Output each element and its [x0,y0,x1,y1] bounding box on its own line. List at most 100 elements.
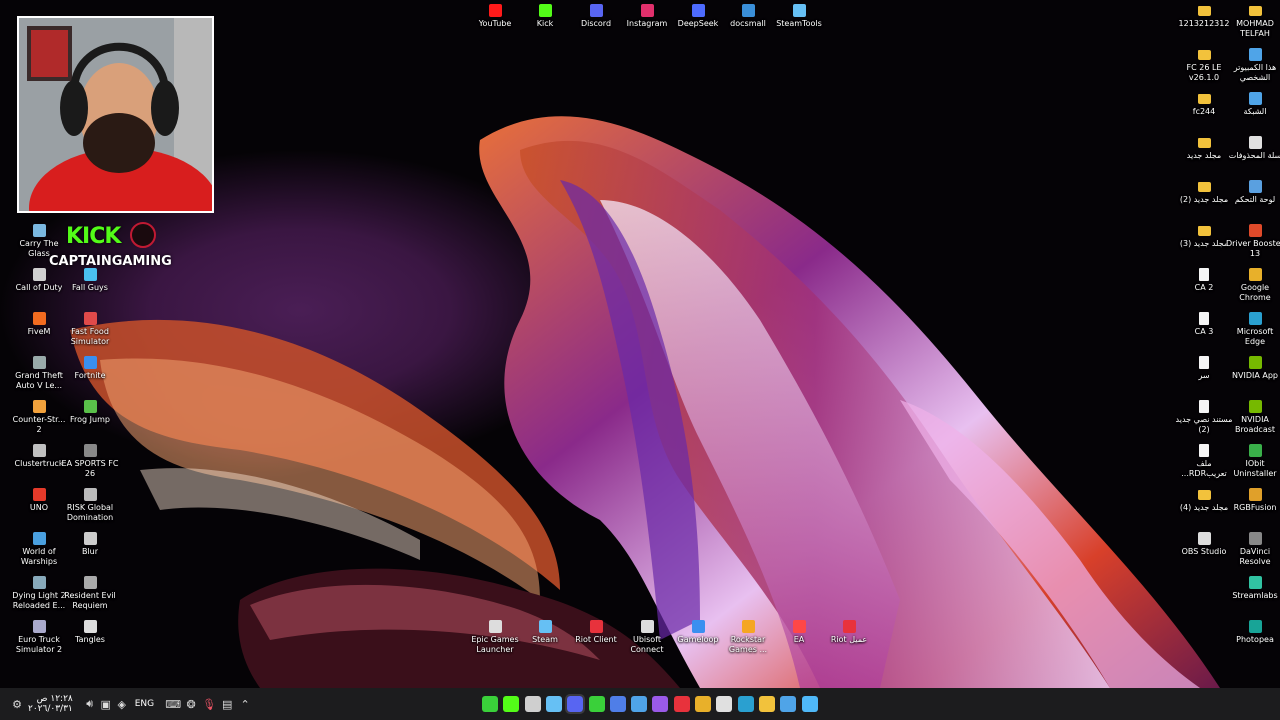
desktop-shortcut[interactable]: MOHMAD TELFAH [1226,4,1280,39]
record-icon[interactable] [673,696,690,712]
desktop-shortcut[interactable]: IObit Uninstaller [1226,444,1280,479]
desktop-shortcut[interactable]: Rockstar Games ... [719,620,777,655]
windows-start-icon[interactable] [801,696,818,712]
desktop-shortcut[interactable]: Driver Booster 13 [1226,224,1280,259]
network-icon[interactable]: ▣ [99,697,113,711]
clock[interactable]: ١٢:٢٨ ص ٢٠٢٦/٠٣/٣١ [28,694,73,714]
desktop-shortcut[interactable]: Fortnite [61,356,119,381]
shortcut-label: لوحة التحكم [1234,195,1276,204]
desktop-shortcut[interactable]: World of Warships [10,532,68,567]
desktop-shortcut[interactable]: OBS Studio [1175,532,1233,557]
keyboard-icon[interactable]: ⌨ [165,697,181,711]
desktop-shortcut[interactable]: Fast Food Simulator [61,312,119,347]
desktop-shortcut[interactable]: DaVinci Resolve [1226,532,1280,567]
docsmall-icon [741,4,755,17]
desktop-shortcut[interactable]: Tangles [61,620,119,645]
desktop: KICK CAPTAINGAMING YouTube Kick Discord Ins… [0,0,1280,688]
desktop-shortcut[interactable]: NVIDIA App [1226,356,1280,381]
desktop-shortcut[interactable]: Steam [516,620,574,645]
app-icon [1248,312,1262,325]
desktop-shortcut[interactable]: Call of Duty [10,268,68,293]
desktop-shortcut[interactable]: Google Chrome [1226,268,1280,303]
app-icon[interactable] [716,696,733,712]
desktop-shortcut[interactable]: عميل Riot [820,620,878,645]
app-icon [640,620,654,633]
microphone-icon[interactable]: 🎙︎ [202,697,216,711]
desktop-shortcut[interactable]: Riot Client [567,620,625,645]
desktop-shortcut[interactable]: FC 26 LE v26.1.0 [1175,48,1233,83]
desktop-shortcut[interactable]: Grand Theft Auto V Le... [10,356,68,391]
desktop-shortcut[interactable]: Resident Evil Requiem [61,576,119,611]
desktop-shortcut[interactable]: Kick [516,4,574,29]
desktop-shortcut[interactable]: Streamlabs [1226,576,1280,601]
youtube-icon [488,4,502,17]
desktop-shortcut[interactable]: مجلد جديد (3) [1175,224,1233,249]
desktop-shortcut[interactable]: Microsoft Edge [1226,312,1280,347]
app-icon[interactable] [609,696,626,712]
copilot-icon[interactable]: ❂ [184,697,198,711]
desktop-shortcut[interactable]: Blur [61,532,119,557]
app-icon [1248,576,1262,589]
desktop-shortcut[interactable]: Counter-Str... 2 [10,400,68,435]
desktop-shortcut[interactable]: EA SPORTS FC 26 [61,444,119,479]
desktop-shortcut[interactable]: RGBFusion [1226,488,1280,513]
desktop-shortcut[interactable]: سلة المحذوفات [1226,136,1280,161]
edge-icon[interactable] [737,696,754,712]
app-icon[interactable] [652,696,669,712]
desktop-shortcut[interactable]: لوحة التحكم [1226,180,1280,205]
desktop-shortcut[interactable]: Clustertruck [10,444,68,469]
play-icon[interactable] [482,696,498,712]
desktop-shortcut[interactable]: 1213212312 [1175,4,1233,29]
shortcut-label: RGBFusion [1233,503,1277,512]
desktop-shortcut[interactable]: الشبكة [1226,92,1280,117]
shortcut-label: Fortnite [74,371,106,380]
desktop-shortcut[interactable]: fc244 [1175,92,1233,117]
desktop-shortcut[interactable]: Frog Jump [61,400,119,425]
chevron-up-icon[interactable]: ⌃ [238,697,252,711]
desktop-shortcut[interactable]: Instagram [618,4,676,29]
app-icon [1248,532,1262,545]
desktop-shortcut[interactable]: NVIDIA Broadcast [1226,400,1280,435]
desktop-shortcut[interactable]: CA 2 [1175,268,1233,293]
desktop-shortcut[interactable]: Ubisoft Connect [618,620,676,655]
chrome-icon[interactable] [695,696,711,712]
desktop-shortcut[interactable]: سر [1175,356,1233,381]
language-indicator[interactable]: ENG [135,699,154,709]
display-icon[interactable]: ▤ [220,697,234,711]
desktop-shortcut[interactable]: مجلد جديد (4) [1175,488,1233,513]
kick-icon[interactable] [503,696,520,712]
desktop-shortcut[interactable]: Carry The Glass [10,224,68,259]
security-icon[interactable]: ◈ [115,697,129,711]
file-explorer-icon[interactable] [758,696,775,712]
shortcut-label: FC 26 LE v26.1.0 [1186,63,1222,82]
desktop-shortcut[interactable]: Dying Light 2 Reloaded E... [10,576,68,611]
desktop-shortcut[interactable]: FiveM [10,312,68,337]
settings-icon[interactable]: ⚙ [10,697,24,711]
desktop-shortcut[interactable]: CA 3 [1175,312,1233,337]
desktop-shortcut[interactable]: docsmall [719,4,777,29]
desktop-shortcut[interactable]: ملف تعريبRDR... [1175,444,1233,479]
desktop-shortcut[interactable]: هذا الكمبيوتر الشخصي [1226,48,1280,83]
app-icon[interactable] [631,696,648,712]
desktop-shortcut[interactable]: Photopea [1226,620,1280,645]
desktop-shortcut[interactable]: Fall Guys [61,268,119,293]
shortcut-label: DeepSeek [677,19,719,28]
steam-icon[interactable] [545,696,562,712]
desktop-shortcut[interactable]: SteamTools [770,4,828,29]
store-icon[interactable] [780,696,797,712]
shortcut-label: الشبكة [1243,107,1267,116]
upwork-icon[interactable] [588,696,605,712]
desktop-shortcut[interactable]: مجلد جديد [1175,136,1233,161]
desktop-shortcut[interactable]: مستند نصي جديد (2) [1175,400,1233,435]
obs-icon[interactable] [524,696,541,712]
volume-icon[interactable]: 🔊︎ [83,697,97,711]
discord-icon[interactable] [565,694,586,714]
folder-icon [1197,6,1211,16]
shortcut-label: سر [1198,371,1210,380]
app-icon [1248,48,1262,61]
desktop-shortcut[interactable]: مجلد جديد (2) [1175,180,1233,205]
desktop-shortcut[interactable]: Euro Truck Simulator 2 [10,620,68,655]
desktop-shortcut[interactable]: UNO [10,488,68,513]
desktop-shortcut[interactable]: Discord [567,4,625,29]
desktop-shortcut[interactable]: RISK Global Domination [61,488,119,523]
